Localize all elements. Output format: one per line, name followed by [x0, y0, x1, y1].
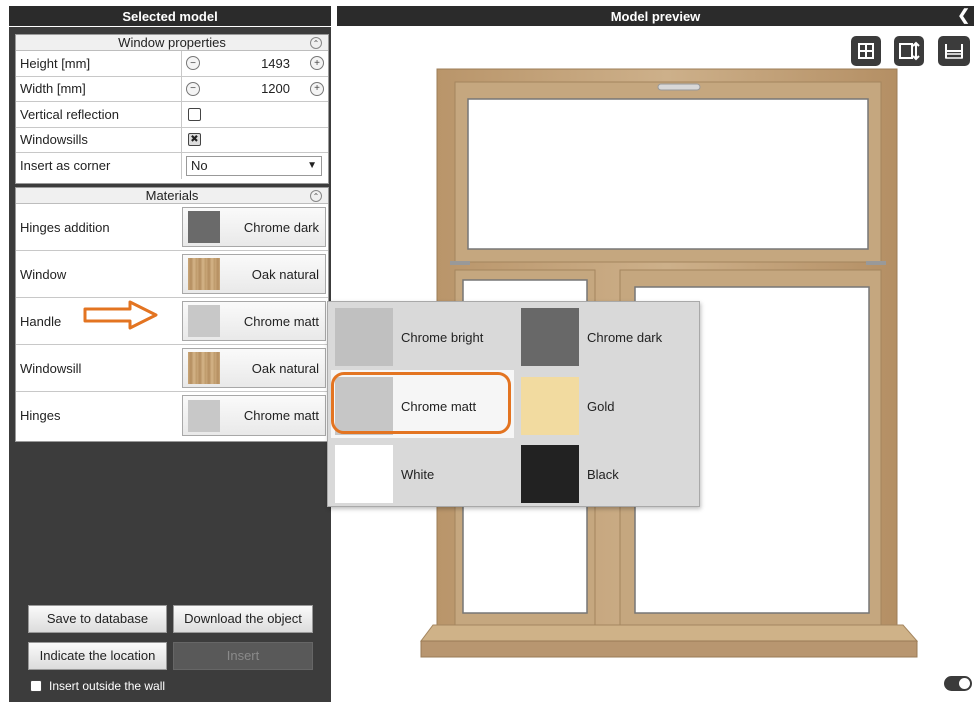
option-name: Chrome bright	[401, 329, 484, 345]
materials-header[interactable]: Materials ⌃	[16, 188, 328, 204]
material-button-handle[interactable]: Chrome matt	[182, 301, 326, 341]
option-swatch	[335, 445, 393, 503]
insert-button[interactable]: Insert	[173, 642, 313, 670]
height-stepper[interactable]: − 1493 +	[186, 56, 324, 71]
toggle-knob	[959, 678, 970, 689]
arrow-right-icon	[83, 300, 158, 330]
material-option-black[interactable]: Black	[521, 445, 619, 503]
model-preview-header: Model preview ❮	[337, 6, 974, 26]
window-properties-section: Window properties ⌃ Height [mm] − 1493 +…	[15, 34, 329, 184]
app-window: Selected model Model preview ❮ Window pr…	[0, 0, 974, 702]
material-row-handle: Handle Chrome matt	[16, 298, 328, 345]
material-button-hinges-addition[interactable]: Chrome dark	[182, 207, 326, 247]
left-panel: Window properties ⌃ Height [mm] − 1493 +…	[9, 27, 331, 702]
material-name: Chrome matt	[243, 313, 319, 329]
material-label: Window	[20, 266, 67, 282]
materials-title: Materials	[145, 188, 199, 203]
window-properties-title: Window properties	[118, 35, 226, 50]
height-row: Height [mm] − 1493 +	[16, 51, 328, 77]
material-row-hinges-addition: Hinges addition Chrome dark	[16, 204, 328, 251]
vertical-reflection-row: Vertical reflection	[16, 102, 328, 128]
option-swatch	[521, 377, 579, 435]
height-decrease-button[interactable]: −	[186, 56, 200, 71]
model-preview-title: Model preview	[610, 8, 701, 24]
material-label: Hinges addition	[20, 219, 110, 235]
material-option-chrome-matt[interactable]: Chrome matt	[335, 377, 476, 435]
width-increase-button[interactable]: +	[310, 81, 324, 96]
windowsills-row: Windowsills ✖	[16, 127, 328, 153]
insert-outside-wall-label: Insert outside the wall	[49, 679, 166, 693]
material-row-hinges: Hinges Chrome matt	[16, 392, 328, 439]
ruler-icon[interactable]	[938, 36, 970, 66]
width-label: Width [mm]	[16, 76, 182, 101]
material-swatch	[188, 352, 220, 384]
insert-outside-wall-row[interactable]: Insert outside the wall	[30, 679, 165, 693]
windowsills-checkbox[interactable]: ✖	[188, 133, 201, 147]
height-increase-button[interactable]: +	[310, 56, 324, 71]
height-label: Height [mm]	[16, 51, 182, 76]
material-button-windowsill[interactable]: Oak natural	[182, 348, 326, 388]
option-name: Chrome matt	[401, 398, 477, 414]
material-option-gold[interactable]: Gold	[521, 377, 614, 435]
insert-corner-label: Insert as corner	[16, 153, 182, 179]
insert-corner-row: Insert as corner No ▼	[16, 153, 328, 179]
toggle-switch[interactable]	[944, 676, 972, 691]
option-name: White	[401, 466, 435, 482]
height-value[interactable]: 1493	[200, 56, 310, 71]
insert-corner-select[interactable]: No ▼	[186, 155, 322, 176]
resize-view-icon[interactable]	[894, 36, 924, 66]
width-stepper[interactable]: − 1200 +	[186, 81, 324, 96]
option-name: Gold	[587, 398, 615, 414]
material-swatch	[188, 258, 220, 290]
collapse-left-icon[interactable]: ❮	[957, 7, 970, 25]
material-name: Oak natural	[251, 266, 319, 282]
material-row-window: Window Oak natural	[16, 251, 328, 298]
option-swatch	[521, 308, 579, 366]
indicate-location-button[interactable]: Indicate the location	[28, 642, 167, 670]
material-option-white[interactable]: White	[335, 445, 434, 503]
material-button-hinges[interactable]: Chrome matt	[182, 395, 326, 436]
insert-outside-wall-checkbox[interactable]	[30, 680, 42, 692]
vertical-reflection-checkbox[interactable]	[188, 107, 201, 121]
download-object-button[interactable]: Download the object	[173, 605, 313, 633]
material-name: Chrome matt	[243, 408, 319, 423]
chevron-down-icon: ▼	[307, 160, 317, 172]
option-swatch	[521, 445, 579, 503]
selected-model-title: Selected model	[122, 8, 218, 24]
width-decrease-button[interactable]: −	[186, 81, 200, 96]
material-swatch	[188, 211, 220, 243]
windowsills-label: Windowsills	[16, 127, 182, 152]
materials-section: Materials ⌃ Hinges addition Chrome dark …	[15, 187, 329, 442]
save-to-database-button[interactable]: Save to database	[28, 605, 167, 633]
material-swatch	[188, 399, 220, 432]
option-swatch	[335, 377, 393, 435]
chevron-up-icon[interactable]: ⌃	[310, 37, 322, 49]
chevron-up-icon[interactable]: ⌃	[310, 190, 322, 202]
insert-corner-value: No	[191, 158, 208, 174]
material-name: Oak natural	[251, 360, 319, 376]
material-label: Hinges	[20, 408, 61, 423]
material-label: Windowsill	[20, 360, 82, 376]
material-swatch	[188, 305, 220, 337]
option-name: Chrome dark	[587, 329, 663, 345]
material-button-window[interactable]: Oak natural	[182, 254, 326, 294]
material-row-windowsill: Windowsill Oak natural	[16, 345, 328, 392]
width-row: Width [mm] − 1200 +	[16, 76, 328, 102]
material-option-chrome-bright[interactable]: Chrome bright	[335, 308, 483, 366]
option-swatch	[335, 308, 393, 366]
material-option-chrome-dark[interactable]: Chrome dark	[521, 308, 662, 366]
selected-model-header: Selected model	[9, 6, 331, 26]
material-name: Chrome dark	[243, 219, 319, 235]
window-properties-header[interactable]: Window properties ⌃	[16, 35, 328, 51]
window-view-icon[interactable]	[851, 36, 881, 66]
vertical-reflection-label: Vertical reflection	[16, 102, 182, 127]
option-name: Black	[587, 466, 619, 482]
width-value[interactable]: 1200	[200, 81, 310, 96]
